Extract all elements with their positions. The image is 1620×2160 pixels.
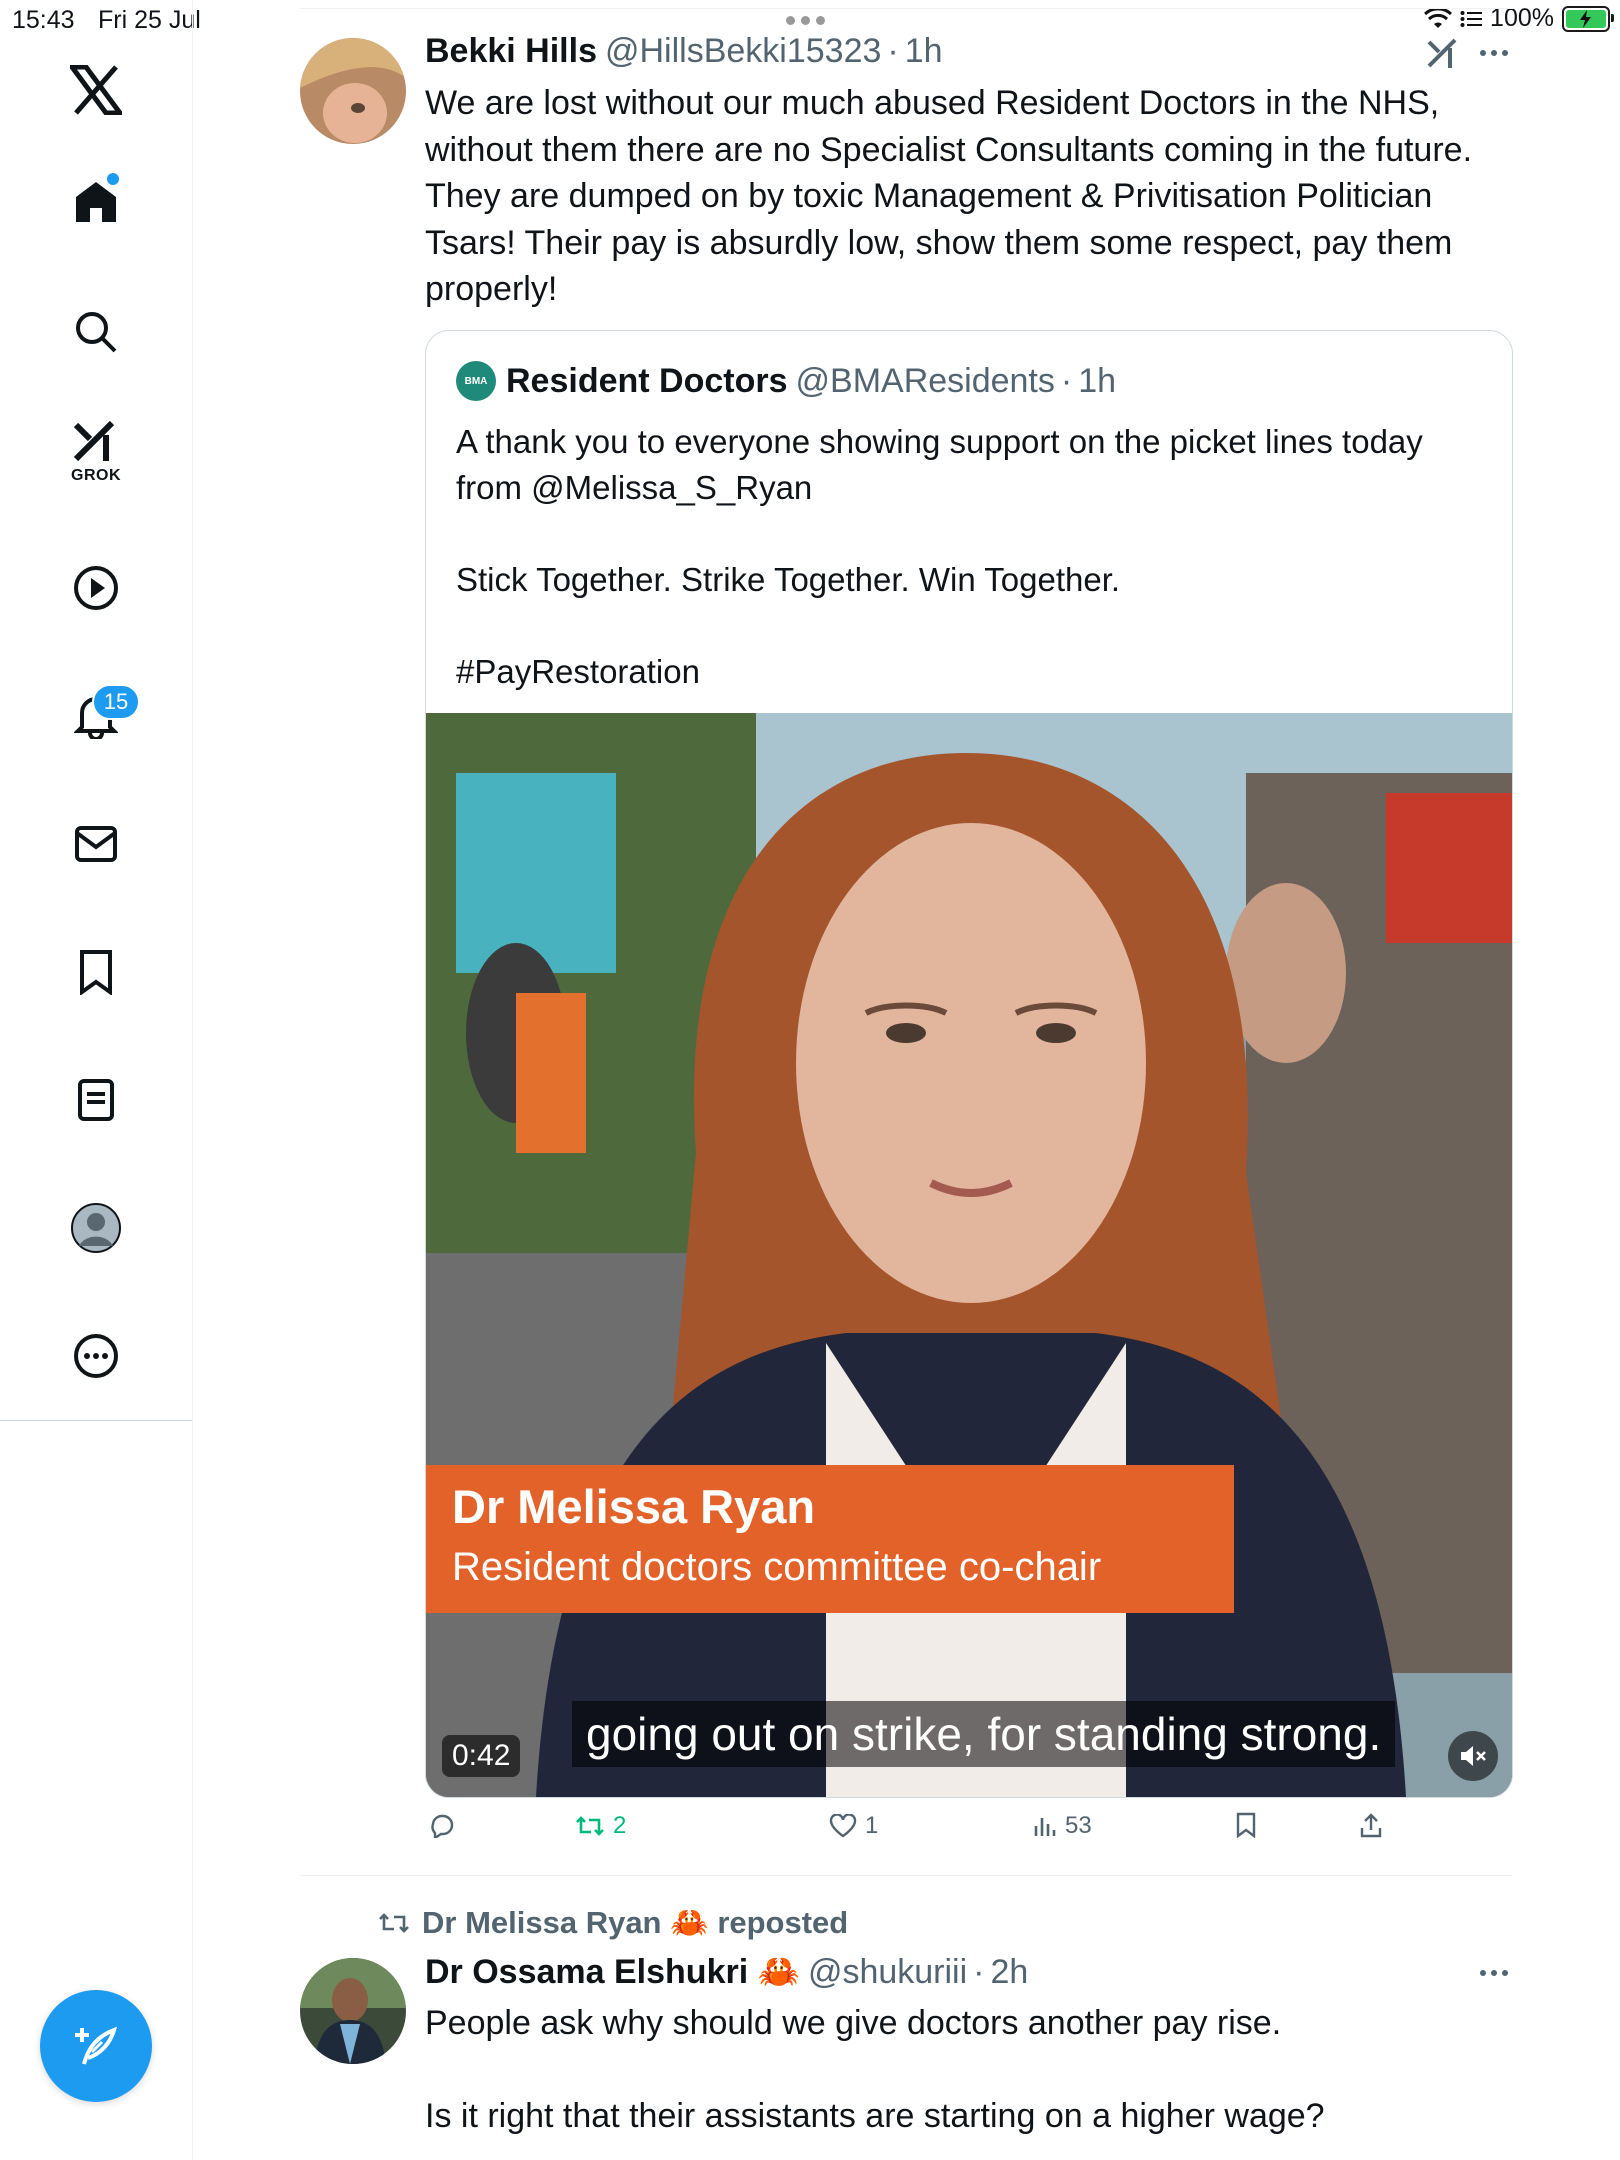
grok-explain-icon[interactable] bbox=[1426, 36, 1460, 70]
post-text-line: without them there are no Specialist Con… bbox=[425, 130, 1473, 169]
reply-button[interactable] bbox=[429, 1812, 463, 1838]
quoted-post[interactable]: BMA Resident Doctors @BMAResidents · 1h … bbox=[425, 330, 1513, 1798]
compose-post-button[interactable] bbox=[40, 1990, 152, 2102]
repost-count: 2 bbox=[613, 1812, 627, 1839]
post-time[interactable]: 2h bbox=[991, 1953, 1029, 1992]
reposted-by: Dr Melissa Ryan 🦀 reposted bbox=[422, 1905, 849, 1940]
post-text-line: People ask why should we give doctors an… bbox=[425, 2004, 1282, 2042]
bookmark-icon[interactable] bbox=[46, 922, 146, 1022]
lower-third-name: Dr Melissa Ryan bbox=[452, 1480, 816, 1533]
author-handle[interactable]: @shukuriii bbox=[808, 1953, 967, 1992]
post-text-line: We are lost without our much abused Resi… bbox=[425, 84, 1440, 122]
repost-icon bbox=[379, 1912, 409, 1933]
grok-label: GROK bbox=[71, 467, 121, 484]
quoted-author-name[interactable]: Resident Doctors bbox=[506, 362, 788, 401]
video-icon[interactable] bbox=[46, 538, 146, 638]
like-button[interactable]: 1 bbox=[829, 1812, 878, 1840]
post-more-icon[interactable] bbox=[1480, 50, 1508, 56]
share-icon bbox=[1360, 1813, 1382, 1838]
post-text-line: They are dumped on by toxic Management &… bbox=[425, 177, 1433, 215]
bma-logo: BMA bbox=[456, 361, 496, 401]
author-name[interactable]: Dr Ossama Elshukri 🦀 bbox=[425, 1952, 800, 1992]
quoted-author-handle[interactable]: @BMAResidents bbox=[796, 362, 1055, 401]
quoted-header: BMA Resident Doctors @BMAResidents · 1h bbox=[456, 361, 1116, 401]
home-unread-dot bbox=[107, 173, 119, 185]
lower-third: Dr Melissa Ryan Resident doctors committ… bbox=[426, 1465, 1234, 1613]
repost-icon bbox=[576, 1816, 604, 1836]
lower-third-role: Resident doctors committee co-chair bbox=[452, 1545, 1102, 1589]
repost-indicator[interactable]: Dr Melissa Ryan 🦀 reposted bbox=[378, 1904, 848, 1941]
quoted-text: A thank you to everyone showing support … bbox=[456, 423, 1423, 690]
heart-icon bbox=[829, 1814, 857, 1838]
views-count: 53 bbox=[1065, 1812, 1092, 1839]
post-text-line: properly! bbox=[425, 270, 558, 308]
share-button[interactable] bbox=[1359, 1812, 1383, 1838]
avatar[interactable] bbox=[300, 1958, 406, 2064]
author-handle[interactable]: @HillsBekki15323 bbox=[605, 32, 881, 71]
reply-icon bbox=[431, 1814, 454, 1838]
video-duration: 0:42 bbox=[442, 1735, 521, 1777]
views-chart-icon bbox=[1034, 1818, 1056, 1836]
avatar[interactable] bbox=[300, 38, 406, 144]
repost-button[interactable]: 2 bbox=[575, 1812, 626, 1840]
top-divider bbox=[300, 8, 1514, 9]
x-logo-icon[interactable] bbox=[46, 40, 146, 140]
bookmark-icon bbox=[1236, 1812, 1256, 1838]
messages-envelope-icon[interactable] bbox=[46, 794, 146, 894]
like-count: 1 bbox=[865, 1812, 879, 1839]
video-frame bbox=[426, 713, 1512, 1797]
post-more-icon[interactable] bbox=[1480, 1970, 1508, 1976]
post-text: People ask why should we give doctors an… bbox=[425, 2000, 1505, 2139]
battery-icon bbox=[1562, 5, 1614, 32]
quoted-time: 1h bbox=[1078, 361, 1117, 400]
more-options-icon[interactable] bbox=[46, 1306, 146, 1406]
post-actions: 2 1 53 bbox=[425, 1812, 1511, 1852]
notifications-badge: 15 bbox=[92, 684, 140, 720]
post-header: Bekki Hills @HillsBekki15323 · 1h bbox=[425, 32, 943, 71]
grok-icon[interactable]: GROK bbox=[46, 402, 146, 502]
author-name[interactable]: Bekki Hills bbox=[425, 32, 597, 71]
lists-icon[interactable] bbox=[46, 1050, 146, 1150]
video-player[interactable]: Dr Melissa Ryan Resident doctors committ… bbox=[426, 713, 1512, 1797]
bookmark-button[interactable] bbox=[1235, 1812, 1257, 1838]
mute-button[interactable] bbox=[1448, 1731, 1498, 1781]
video-subtitle: going out on strike, for standing strong… bbox=[572, 1701, 1396, 1767]
post-text-line: Is it right that their assistants are st… bbox=[425, 2096, 1325, 2135]
views-button[interactable]: 53 bbox=[1033, 1812, 1092, 1840]
compose-feather-icon bbox=[75, 2026, 118, 2065]
speaker-muted-icon bbox=[1461, 1746, 1486, 1766]
search-icon[interactable] bbox=[46, 282, 146, 382]
post-divider bbox=[300, 1875, 1512, 1876]
post-header: Dr Ossama Elshukri 🦀 @shukuriii · 2h bbox=[425, 1952, 1029, 1992]
timeline: Bekki Hills @HillsBekki15323 · 1h We are… bbox=[300, 0, 1514, 2160]
post-text-line: Tsars! Their pay is absurdly low, show t… bbox=[425, 223, 1453, 262]
sidebar: GROK 15 bbox=[0, 0, 193, 2160]
post-time[interactable]: 1h bbox=[905, 32, 943, 71]
home-icon[interactable] bbox=[46, 152, 146, 252]
post-text: We are lost without our much abused Resi… bbox=[425, 80, 1505, 313]
sidebar-divider bbox=[0, 1420, 192, 1421]
profile-avatar-icon[interactable] bbox=[46, 1178, 146, 1278]
